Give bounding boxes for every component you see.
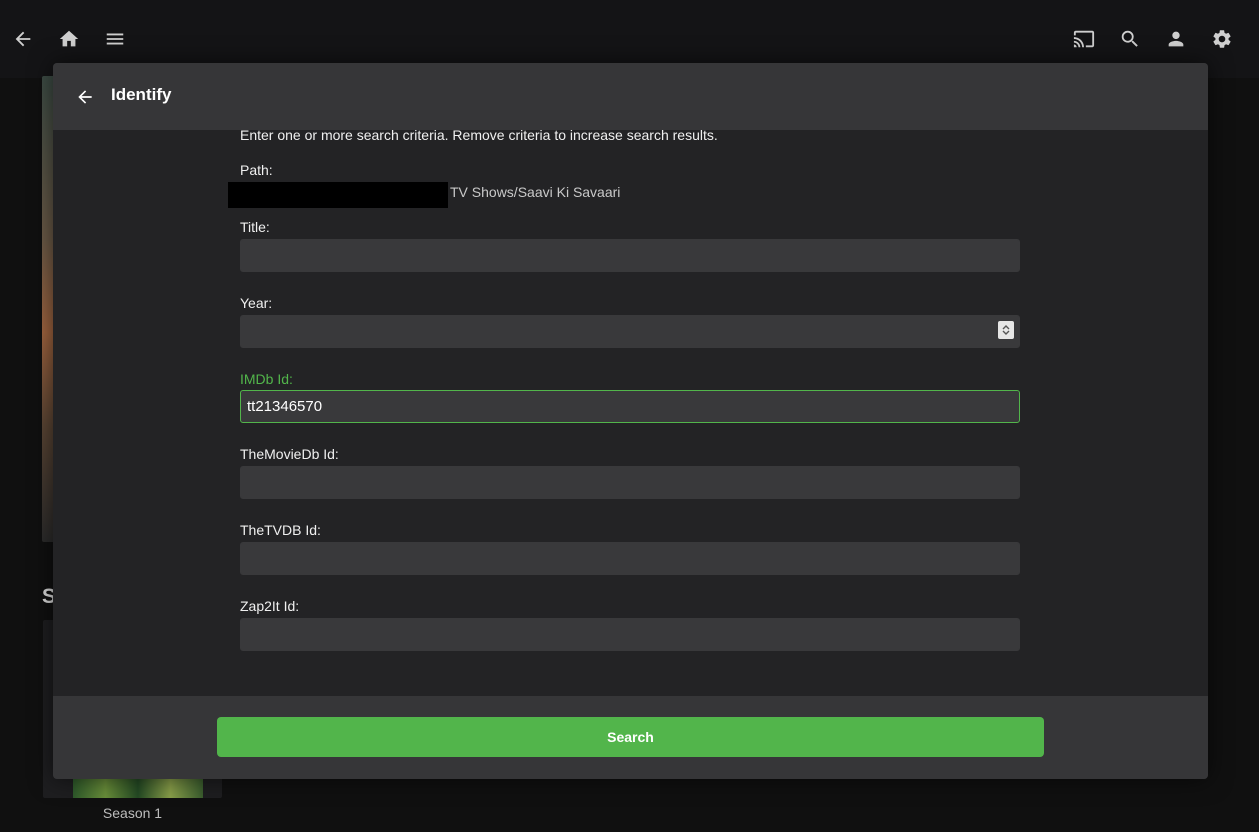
path-value: TV Shows/Saavi Ki Savaari	[450, 184, 621, 200]
settings-icon[interactable]	[1210, 27, 1234, 51]
dialog-back-icon[interactable]	[73, 85, 97, 109]
tvdb-id-label: TheTVDB Id:	[240, 522, 321, 538]
tvdb-id-input[interactable]	[240, 542, 1020, 575]
year-stepper[interactable]	[998, 321, 1014, 339]
imdb-id-input[interactable]	[240, 390, 1020, 423]
instructions-text: Enter one or more search criteria. Remov…	[240, 127, 718, 143]
search-button[interactable]: Search	[217, 717, 1044, 757]
path-label: Path:	[240, 162, 273, 178]
menu-icon[interactable]	[103, 27, 127, 51]
dialog-title: Identify	[111, 85, 172, 104]
year-label: Year:	[240, 295, 273, 311]
search-icon[interactable]	[1118, 27, 1142, 51]
zap2it-id-input[interactable]	[240, 618, 1020, 651]
chevron-down-icon[interactable]	[1002, 330, 1010, 336]
tmdb-id-label: TheMovieDb Id:	[240, 446, 339, 462]
cast-icon[interactable]	[1072, 27, 1096, 51]
year-input[interactable]	[240, 315, 1020, 348]
dialog-footer: Search	[53, 696, 1208, 779]
title-input[interactable]	[240, 239, 1020, 272]
home-icon[interactable]	[57, 27, 81, 51]
tmdb-id-input[interactable]	[240, 466, 1020, 499]
user-icon[interactable]	[1164, 27, 1188, 51]
redacted-path-block	[228, 182, 448, 208]
title-label: Title:	[240, 219, 270, 235]
zap2it-id-label: Zap2It Id:	[240, 598, 300, 614]
season-label[interactable]: Season 1	[43, 805, 222, 821]
back-arrow-icon[interactable]	[11, 27, 35, 51]
imdb-id-label: IMDb Id:	[240, 371, 293, 387]
dialog-body[interactable]: Enter one or more search criteria. Remov…	[53, 127, 1208, 696]
identify-dialog: Identify Enter one or more search criter…	[53, 63, 1208, 779]
dialog-header: Identify	[53, 63, 1208, 130]
